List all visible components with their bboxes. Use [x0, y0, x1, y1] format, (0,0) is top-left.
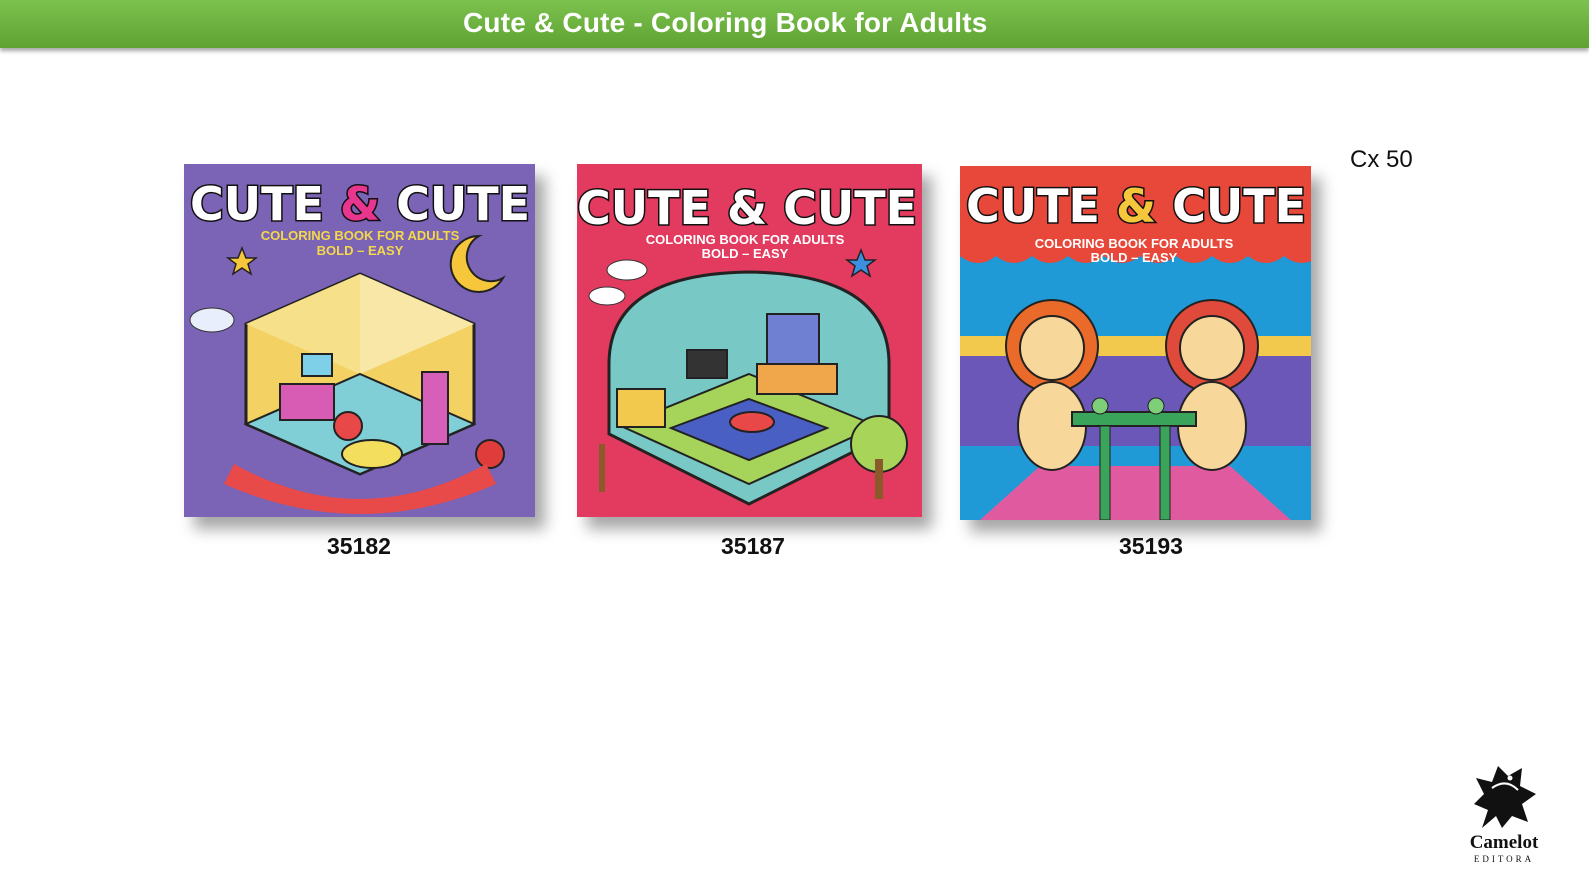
svg-text:COLORING BOOK FOR ADULTS: COLORING BOOK FOR ADULTS [646, 232, 845, 247]
product-cover-35193[interactable]: CUTE & CUTE COLORING BOOK FOR ADULTS BOL… [960, 166, 1311, 520]
svg-text:CUTE & CUTE: CUTE & CUTE [190, 177, 530, 231]
cover-illustration-bedroom: CUTE & CUTE COLORING BOOK FOR ADULTS BOL… [184, 164, 535, 517]
cover-illustration-living-room: CUTE & CUTE COLORING BOOK FOR ADULTS BOL… [577, 164, 922, 517]
product-code: 35187 [721, 533, 785, 559]
svg-text:CUTE & CUTE: CUTE & CUTE [966, 179, 1306, 233]
griffin-emblem-icon [1474, 766, 1536, 828]
cover-illustration-lions: CUTE & CUTE COLORING BOOK FOR ADULTS BOL… [960, 166, 1311, 520]
product-cover-35182[interactable]: CUTE & CUTE COLORING BOOK FOR ADULTS BOL… [184, 164, 535, 517]
box-quantity: Cx 50 [1350, 146, 1413, 173]
svg-text:BOLD – EASY: BOLD – EASY [1091, 250, 1178, 265]
svg-text:BOLD – EASY: BOLD – EASY [702, 246, 789, 261]
brand-subtitle: EDITORA [1473, 854, 1535, 864]
publisher-logo: Camelot EDITORA [1462, 748, 1546, 868]
product-cover-35187[interactable]: CUTE & CUTE COLORING BOOK FOR ADULTS BOL… [577, 164, 922, 517]
page-title: Cute & Cute - Coloring Book for Adults [463, 7, 988, 38]
product-code: 35182 [327, 533, 391, 559]
svg-text:COLORING BOOK FOR ADULTS: COLORING BOOK FOR ADULTS [1035, 236, 1234, 251]
brand-name: Camelot [1469, 832, 1539, 853]
svg-text:BOLD – EASY: BOLD – EASY [317, 243, 404, 258]
svg-text:CUTE & CUTE: CUTE & CUTE [577, 181, 917, 235]
header-bar: Cute & Cute - Coloring Book for Adults [0, 0, 1589, 48]
svg-text:COLORING BOOK FOR ADULTS: COLORING BOOK FOR ADULTS [261, 228, 460, 243]
product-code: 35193 [1119, 533, 1183, 559]
